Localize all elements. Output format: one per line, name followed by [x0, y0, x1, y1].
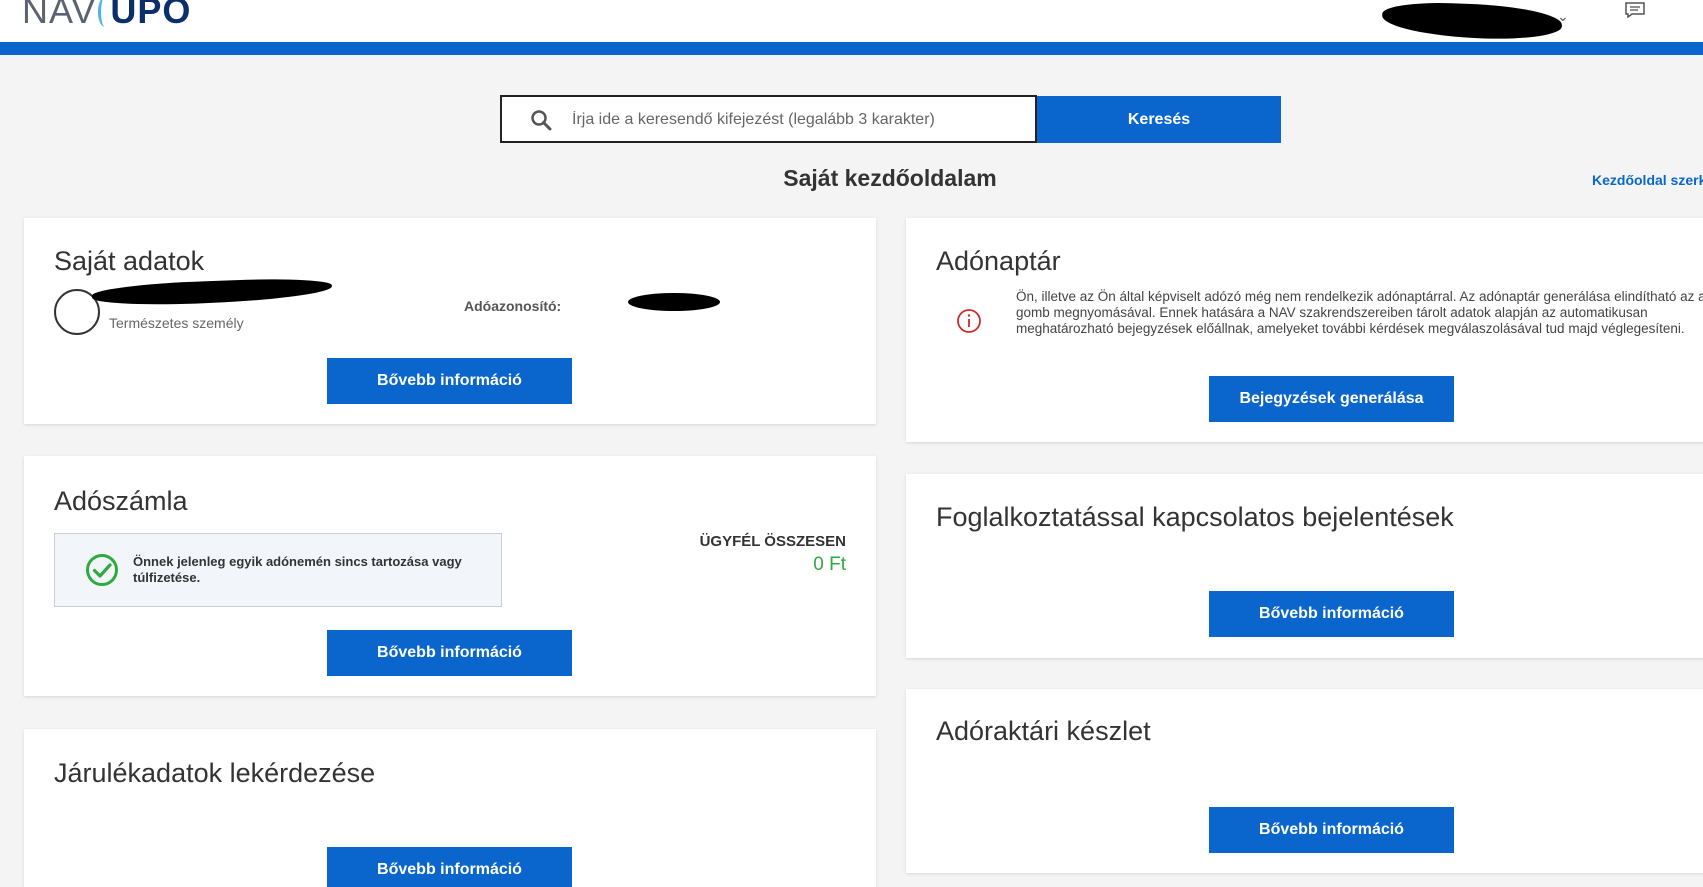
tax-calendar-card: Adónaptár Ön, illetve az Ön által képvis…	[906, 218, 1703, 442]
search-input[interactable]	[572, 105, 1012, 135]
nav-upo-logo[interactable]: NAV UPO	[22, 0, 191, 32]
card-title: Adónaptár	[936, 246, 1061, 276]
personal-data-card: Saját adatok Természetes személy Adóazon…	[24, 218, 876, 424]
tax-id-redacted	[628, 293, 720, 311]
edit-homepage-link[interactable]: Kezdőoldal szerk	[1592, 172, 1703, 188]
search-button[interactable]: Keresés	[1037, 96, 1281, 143]
chat-icon[interactable]	[1625, 2, 1645, 18]
warehouse-card: Adóraktári készlet Bővebb információ	[906, 689, 1703, 873]
logo-text-right: UPO	[110, 0, 192, 31]
contributions-card: Járulékadatok lekérdezése Bővebb informá…	[24, 729, 876, 887]
card-title: Adóraktári készlet	[936, 716, 1151, 746]
name-redacted	[91, 276, 333, 308]
calendar-info-text: Ön, illetve az Ön által képviselt adózó …	[1016, 289, 1703, 336]
employment-card: Foglalkoztatással kapcsolatos bejelentés…	[906, 474, 1703, 658]
generate-entries-button[interactable]: Bejegyzések generálása	[1209, 376, 1454, 422]
more-info-button[interactable]: Bővebb információ	[327, 358, 572, 404]
chevron-down-icon[interactable]: ⌄	[1557, 8, 1569, 25]
more-info-button[interactable]: Bővebb információ	[327, 847, 572, 887]
status-message-box: Önnek jelenleg egyik adónemén sincs tart…	[54, 533, 502, 607]
logo-text-left: NAV	[22, 0, 97, 31]
client-total-label: ÜGYFÉL ÖSSZESEN	[699, 533, 846, 550]
more-info-button[interactable]: Bővebb információ	[1209, 807, 1454, 853]
search-icon	[531, 110, 552, 131]
tax-id-label: Adóazonosító:	[464, 298, 562, 314]
tax-account-card: Adószámla Önnek jelenleg egyik adónemén …	[24, 456, 876, 696]
page-title: Saját kezdőoldalam	[783, 165, 997, 191]
card-title: Adószámla	[54, 486, 188, 516]
top-bar: NAV UPO ⌄	[0, 0, 1703, 42]
more-info-button[interactable]: Bővebb információ	[1209, 591, 1454, 637]
card-title: Foglalkoztatással kapcsolatos bejelentés…	[936, 502, 1454, 532]
search-box	[500, 95, 1037, 143]
card-title: Járulékadatok lekérdezése	[54, 758, 376, 788]
person-type: Természetes személy	[109, 315, 244, 331]
check-circle-icon	[86, 554, 118, 586]
user-menu-redacted[interactable]	[1381, 0, 1563, 42]
more-info-button[interactable]: Bővebb információ	[327, 630, 572, 676]
status-text: Önnek jelenleg egyik adónemén sincs tart…	[133, 554, 462, 585]
header-accent-bar	[0, 42, 1703, 55]
client-total-value: 0 Ft	[813, 554, 846, 575]
card-title: Saját adatok	[54, 246, 205, 276]
info-warning-icon	[957, 309, 981, 333]
